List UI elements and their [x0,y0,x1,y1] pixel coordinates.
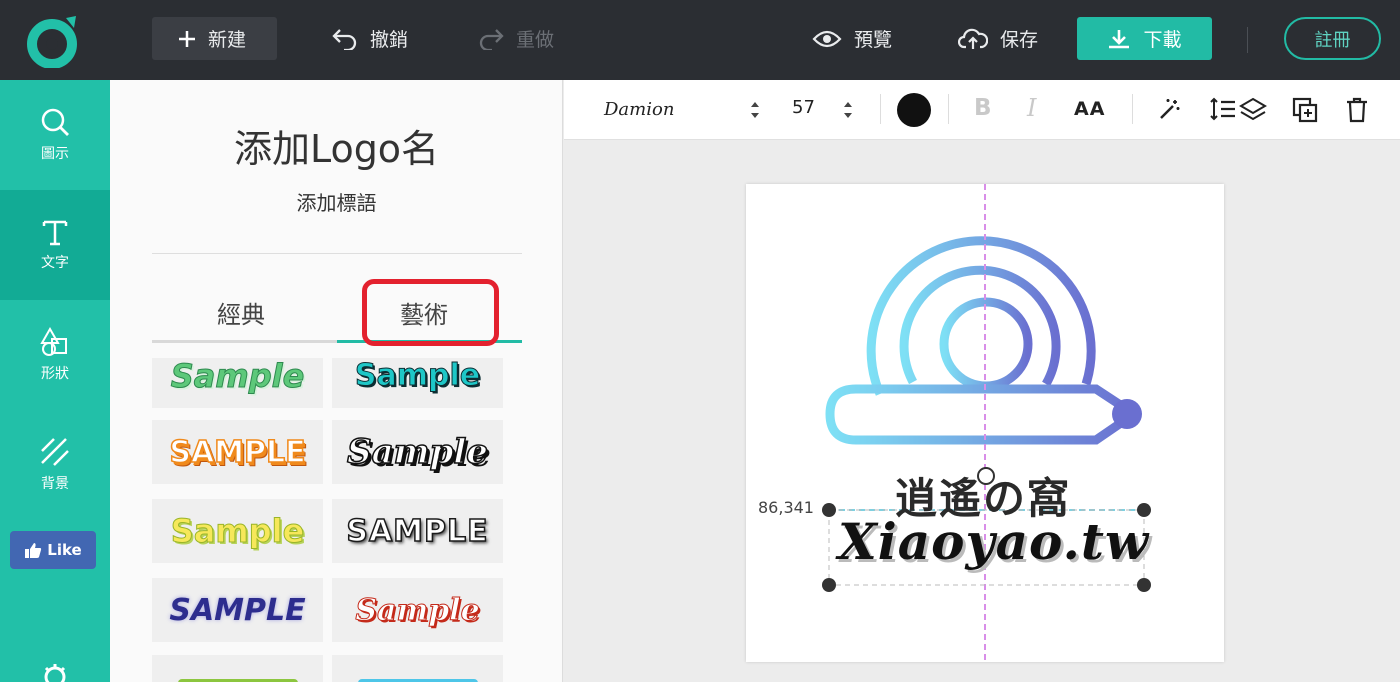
save-label: 保存 [1000,29,1039,51]
nav-label-background: 背景 [41,476,69,492]
text-case-button[interactable]: AA [1074,98,1105,120]
undo-icon [332,28,357,50]
preview-label: 預覽 [854,29,893,51]
nav-item-text[interactable]: 文字 [0,190,110,300]
register-button[interactable]: 註冊 [1284,17,1381,60]
redo-icon [479,28,504,50]
style-sample-text: SAMPLE [169,592,306,628]
duplicate-icon[interactable] [1292,97,1318,123]
background-icon [41,438,69,466]
nav-item-icons[interactable]: 圖示 [0,80,110,190]
preview-button[interactable]: 預覽 [812,17,892,60]
top-bar: 新建 撤銷 重做 預覽 保存 下載 註冊 [0,0,1400,80]
logo-graphic[interactable] [746,184,1224,662]
style-sample-text: Sample [170,512,305,551]
facebook-like-button[interactable]: Like [10,531,96,569]
style-sample-text: Sample [170,358,305,396]
style-sample-text: Sample [355,592,480,628]
new-button[interactable]: 新建 [152,17,277,60]
download-icon [1109,29,1130,48]
style-sample-text: SAMPLE [346,513,489,550]
font-selector[interactable]: Damion [604,99,674,120]
redo-button[interactable]: 重做 [478,17,554,60]
layers-icon[interactable] [1239,97,1267,123]
nav-item-background[interactable]: 背景 [0,410,110,520]
gear-icon[interactable] [40,662,70,682]
style-sample-tile-partial[interactable] [332,655,503,682]
text-icon [42,220,68,246]
style-sample-tile[interactable]: Sample [332,358,503,408]
undo-button[interactable]: 撤銷 [332,17,408,60]
nav-label-shapes: 形狀 [41,366,69,382]
topbar-divider [1247,27,1248,53]
tab-classic[interactable]: 經典 [217,295,265,330]
brand-url-text[interactable]: Xiaoyao.tw [838,512,1149,571]
text-panel: 添加Logo名 添加標語 經典 藝術 Sample Sample SAMPLE … [110,80,563,682]
coordinate-readout: 86,341 [758,498,814,517]
search-icon [41,108,69,136]
style-sample-tile[interactable]: SAMPLE [332,499,503,563]
panel-divider [152,253,522,254]
save-button[interactable]: 保存 [958,17,1038,60]
style-sample-tile[interactable]: SAMPLE [152,420,323,484]
app-logo-icon[interactable] [26,14,82,68]
line-spacing-icon[interactable] [1210,97,1236,121]
left-nav: 圖示 文字 形狀 背景 Like [0,80,110,682]
font-stepper-icon[interactable] [750,100,760,120]
style-sample-text: Sample [354,358,481,393]
download-button[interactable]: 下載 [1077,17,1212,60]
nav-item-shapes[interactable]: 形狀 [0,300,110,410]
eye-icon [812,30,842,47]
style-sample-tile[interactable]: Sample [152,358,323,408]
style-sample-tile[interactable]: Sample [332,420,503,484]
like-label: Like [47,541,82,559]
shapes-icon [40,327,67,356]
add-slogan[interactable]: 添加標語 [110,187,562,216]
toolbar-divider [1132,94,1133,124]
italic-button[interactable]: I [1027,94,1036,122]
nav-label-icons: 圖示 [41,146,69,162]
nav-label-text: 文字 [41,255,69,271]
cloud-upload-icon [958,28,988,49]
artboard[interactable] [746,184,1224,662]
add-logo-name[interactable]: 添加Logo名 [110,118,562,173]
style-sample-tile[interactable]: Sample [152,499,323,563]
style-sample-tile-partial[interactable] [152,655,323,682]
new-label: 新建 [208,29,247,51]
style-sample-tile[interactable]: SAMPLE [152,578,323,642]
trash-icon[interactable] [1346,97,1368,123]
style-sample-text: SAMPLE [169,434,307,471]
text-toolbar: Damion 57 B I AA [564,80,1400,140]
magic-wand-icon[interactable] [1158,97,1182,121]
style-sample-text: Sample [346,431,488,473]
toolbar-divider [880,94,881,124]
size-stepper-icon[interactable] [843,100,853,120]
toolbar-divider [948,94,949,124]
plus-icon [179,30,195,47]
text-color-swatch[interactable] [897,93,931,127]
download-label: 下載 [1143,29,1182,51]
highlight-annotation [362,279,499,346]
style-sample-tile[interactable]: Sample [332,578,503,642]
register-label: 註冊 [1314,29,1351,51]
bold-button[interactable]: B [974,95,992,121]
undo-label: 撤銷 [370,29,409,51]
thumbs-up-icon [25,542,42,558]
redo-label: 重做 [516,29,555,51]
font-size-value[interactable]: 57 [792,97,815,118]
